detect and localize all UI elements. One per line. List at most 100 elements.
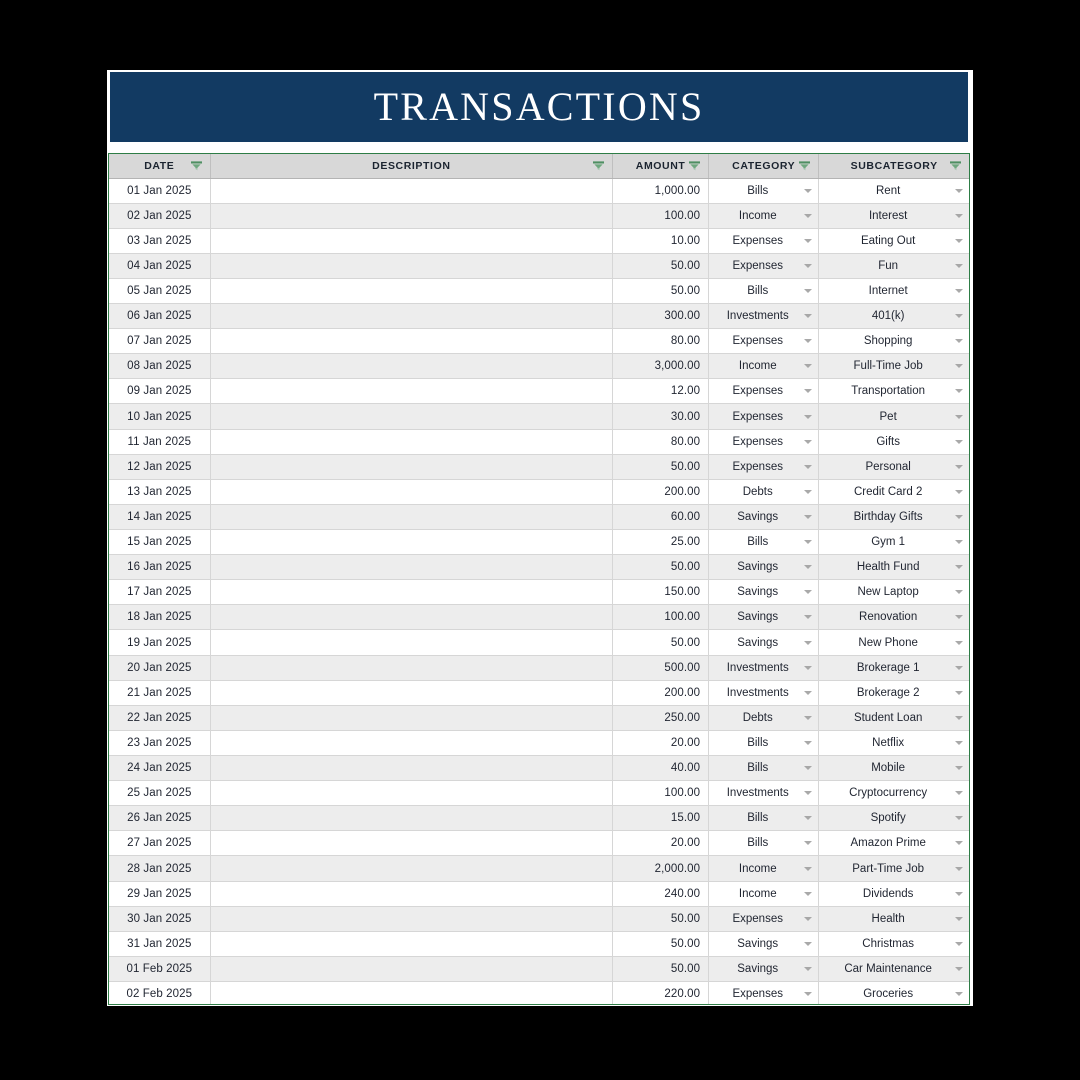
cell-date[interactable]: 13 Jan 2025 — [109, 479, 211, 505]
cell-subcategory[interactable]: Health Fund — [818, 554, 969, 581]
chevron-down-icon[interactable] — [804, 615, 813, 620]
cell-description[interactable] — [210, 780, 614, 807]
cell-category[interactable]: Expenses — [708, 328, 820, 355]
cell-subcategory[interactable]: Renovation — [818, 604, 969, 631]
cell-description[interactable] — [210, 429, 614, 455]
chevron-down-icon[interactable] — [955, 414, 963, 419]
cell-amount[interactable]: 240.00 — [612, 881, 710, 907]
cell-description[interactable] — [210, 981, 614, 1004]
table-row[interactable]: 17 Jan 2025 150.00 Savings New Laptop — [109, 579, 969, 606]
cell-category[interactable]: Bills — [708, 805, 820, 832]
chevron-down-icon[interactable] — [804, 941, 813, 946]
table-row[interactable]: 12 Jan 2025 50.00 Expenses Personal — [109, 454, 969, 480]
cell-description[interactable] — [210, 228, 614, 254]
cell-category[interactable]: Savings — [708, 554, 820, 581]
cell-amount[interactable]: 50.00 — [612, 278, 710, 305]
filter-icon[interactable] — [190, 161, 202, 171]
table-row[interactable]: 23 Jan 2025 20.00 Bills Netflix — [109, 730, 969, 757]
chevron-down-icon[interactable] — [955, 364, 963, 369]
cell-description[interactable] — [210, 253, 614, 279]
cell-date[interactable]: 26 Jan 2025 — [109, 805, 211, 832]
chevron-down-icon[interactable] — [804, 715, 813, 720]
cell-date[interactable]: 14 Jan 2025 — [109, 504, 211, 531]
chevron-down-icon[interactable] — [955, 740, 963, 745]
chevron-down-icon[interactable] — [804, 966, 813, 971]
cell-amount[interactable]: 10.00 — [612, 228, 710, 254]
cell-category[interactable]: Bills — [708, 730, 820, 757]
cell-subcategory[interactable]: Transportation — [818, 378, 969, 405]
cell-category[interactable]: Bills — [708, 278, 820, 305]
cell-subcategory[interactable]: Interest — [818, 203, 969, 229]
table-row[interactable]: 19 Jan 2025 50.00 Savings New Phone — [109, 629, 969, 656]
chevron-down-icon[interactable] — [955, 238, 963, 243]
cell-amount[interactable]: 60.00 — [612, 504, 710, 531]
cell-description[interactable] — [210, 680, 614, 706]
cell-subcategory[interactable]: Netflix — [818, 730, 969, 757]
chevron-down-icon[interactable] — [804, 389, 813, 394]
chevron-down-icon[interactable] — [955, 389, 963, 394]
table-row[interactable]: 06 Jan 2025 300.00 Investments 401(k) — [109, 303, 969, 330]
column-header-subcategory[interactable]: SUBCATEGORY — [818, 154, 969, 179]
chevron-down-icon[interactable] — [955, 540, 963, 545]
chevron-down-icon[interactable] — [804, 439, 813, 444]
table-row[interactable]: 24 Jan 2025 40.00 Bills Mobile — [109, 755, 969, 782]
table-row[interactable]: 25 Jan 2025 100.00 Investments Cryptocurren… — [109, 780, 969, 807]
cell-date[interactable]: 31 Jan 2025 — [109, 931, 211, 957]
cell-description[interactable] — [210, 303, 614, 330]
table-row[interactable]: 16 Jan 2025 50.00 Savings Health Fund — [109, 554, 969, 581]
cell-date[interactable]: 11 Jan 2025 — [109, 429, 211, 455]
chevron-down-icon[interactable] — [955, 966, 963, 971]
chevron-down-icon[interactable] — [955, 715, 963, 720]
chevron-down-icon[interactable] — [804, 766, 813, 771]
chevron-down-icon[interactable] — [955, 941, 963, 946]
table-row[interactable]: 07 Jan 2025 80.00 Expenses Shopping — [109, 328, 969, 355]
chevron-down-icon[interactable] — [804, 866, 813, 871]
chevron-down-icon[interactable] — [804, 514, 813, 519]
table-row[interactable]: 26 Jan 2025 15.00 Bills Spotify — [109, 805, 969, 832]
cell-category[interactable]: Investments — [708, 303, 820, 330]
cell-subcategory[interactable]: Fun — [818, 253, 969, 279]
cell-amount[interactable]: 220.00 — [612, 981, 710, 1004]
cell-date[interactable]: 30 Jan 2025 — [109, 906, 211, 932]
cell-date[interactable]: 27 Jan 2025 — [109, 830, 211, 857]
table-row[interactable]: 14 Jan 2025 60.00 Savings Birthday Gifts — [109, 504, 969, 531]
chevron-down-icon[interactable] — [804, 213, 813, 218]
cell-subcategory[interactable]: Christmas — [818, 931, 969, 957]
cell-description[interactable] — [210, 403, 614, 430]
column-header-amount[interactable]: AMOUNT — [612, 154, 710, 179]
cell-subcategory[interactable]: Gifts — [818, 429, 969, 455]
cell-category[interactable]: Debts — [708, 705, 820, 731]
table-row[interactable]: 11 Jan 2025 80.00 Expenses Gifts — [109, 429, 969, 455]
cell-amount[interactable]: 300.00 — [612, 303, 710, 330]
chevron-down-icon[interactable] — [804, 690, 813, 695]
cell-category[interactable]: Investments — [708, 780, 820, 807]
cell-category[interactable]: Expenses — [708, 454, 820, 480]
cell-description[interactable] — [210, 278, 614, 305]
cell-category[interactable]: Expenses — [708, 981, 820, 1004]
table-row[interactable]: 21 Jan 2025 200.00 Investments Brokerage 2 — [109, 680, 969, 706]
chevron-down-icon[interactable] — [955, 314, 963, 319]
cell-description[interactable] — [210, 655, 614, 681]
filter-icon[interactable] — [689, 161, 701, 171]
filter-icon[interactable] — [593, 161, 605, 171]
filter-icon[interactable] — [799, 161, 811, 171]
table-row[interactable]: 30 Jan 2025 50.00 Expenses Health — [109, 906, 969, 932]
cell-subcategory[interactable]: Student Loan — [818, 705, 969, 731]
cell-category[interactable]: Expenses — [708, 429, 820, 455]
cell-category[interactable]: Savings — [708, 629, 820, 656]
cell-category[interactable]: Expenses — [708, 403, 820, 430]
cell-subcategory[interactable]: Mobile — [818, 755, 969, 782]
cell-amount[interactable]: 200.00 — [612, 680, 710, 706]
cell-date[interactable]: 01 Feb 2025 — [109, 956, 211, 983]
cell-subcategory[interactable]: Part-Time Job — [818, 855, 969, 882]
cell-description[interactable] — [210, 931, 614, 957]
cell-category[interactable]: Expenses — [708, 253, 820, 279]
cell-category[interactable]: Income — [708, 353, 820, 380]
cell-date[interactable]: 21 Jan 2025 — [109, 680, 211, 706]
table-row[interactable]: 28 Jan 2025 2,000.00 Income Part-Time Job — [109, 855, 969, 882]
cell-subcategory[interactable]: 401(k) — [818, 303, 969, 330]
cell-category[interactable]: Income — [708, 855, 820, 882]
cell-amount[interactable]: 50.00 — [612, 554, 710, 581]
cell-date[interactable]: 02 Feb 2025 — [109, 981, 211, 1004]
chevron-down-icon[interactable] — [955, 263, 963, 268]
